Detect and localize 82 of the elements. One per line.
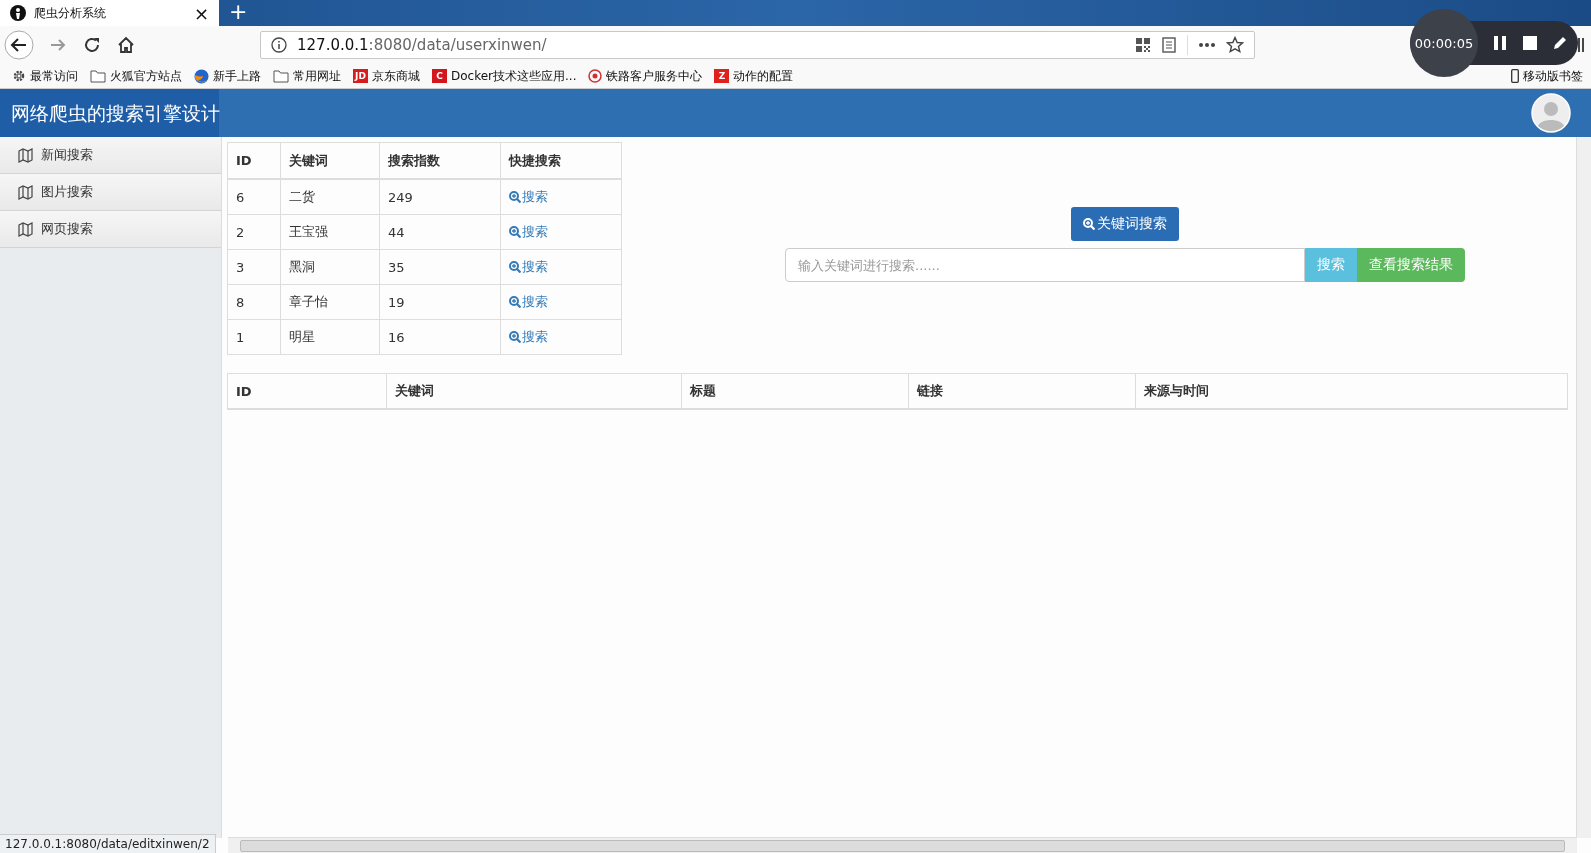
table-cell: 二货 (280, 179, 380, 215)
search-link[interactable]: 搜索 (509, 258, 548, 276)
tab-close-button[interactable]: × (193, 2, 209, 24)
address-bar[interactable]: 127.0.0.1:8080/data/userxinwen/ (260, 31, 1255, 59)
sidebar-item[interactable]: 新闻搜索 (0, 137, 221, 174)
library-icon[interactable] (1577, 36, 1585, 54)
table-cell: 2 (227, 214, 281, 250)
folder-icon (90, 69, 106, 83)
bookmark-link[interactable]: 移动版书签 (1511, 67, 1583, 85)
bookmark-link[interactable]: Z 动作的配置 (714, 67, 794, 85)
column-header: ID (227, 142, 281, 179)
gear-icon (12, 69, 26, 83)
logo-badge: JD (353, 69, 368, 83)
zoom-in-icon (509, 191, 521, 203)
home-icon[interactable] (116, 35, 136, 55)
target-icon (588, 69, 603, 83)
table-cell: 35 (379, 249, 501, 285)
search-link[interactable]: 搜索 (509, 223, 548, 241)
column-header: 关键词 (280, 142, 380, 179)
back-icon[interactable] (4, 30, 34, 60)
info-icon (271, 37, 287, 53)
logo-badge: C (432, 69, 447, 83)
table-cell: 6 (227, 179, 281, 215)
bookmark-link[interactable]: 火狐官方站点 (90, 67, 182, 85)
column-header: 标题 (681, 373, 909, 409)
search-link[interactable]: 搜索 (509, 188, 548, 206)
search-link[interactable]: 搜索 (509, 293, 548, 311)
bookmark-link[interactable]: 最常访问 (12, 67, 78, 85)
table-cell: 249 (379, 179, 501, 215)
table-cell: 16 (379, 319, 501, 355)
bookmark-link[interactable]: 新手上路 (194, 67, 261, 85)
table-cell: 黑洞 (280, 249, 380, 285)
map-icon (18, 221, 33, 237)
table-cell: 章子怡 (280, 284, 380, 320)
reload-icon[interactable] (82, 35, 102, 55)
app-title: 网络爬虫的搜索引擎设计 (0, 89, 219, 137)
table-cell: 8 (227, 284, 281, 320)
bookmark-link[interactable]: 常用网址 (273, 67, 341, 85)
table-cell: 3 (227, 249, 281, 285)
map-icon (18, 147, 33, 163)
sidebar-item[interactable]: 网页搜索 (0, 211, 221, 248)
more-icon[interactable] (1198, 42, 1216, 48)
column-header: 快捷搜索 (500, 142, 622, 179)
table-cell: 明星 (280, 319, 380, 355)
reader-view-icon[interactable] (1161, 37, 1177, 53)
logo-badge: Z (714, 69, 730, 83)
new-tab-button[interactable]: + (219, 0, 258, 26)
table-cell: 44 (379, 214, 501, 250)
pencil-icon[interactable] (1552, 35, 1568, 51)
column-header: 来源与时间 (1135, 373, 1568, 409)
globe-icon (194, 68, 209, 84)
zoom-in-icon (509, 226, 521, 238)
column-header: 搜索指数 (379, 142, 501, 179)
stop-icon[interactable] (1522, 35, 1538, 51)
folder-icon (273, 69, 289, 83)
phone-icon (1511, 69, 1519, 83)
column-header: ID (227, 373, 387, 409)
zoom-in-icon (509, 331, 521, 343)
tab-title: 爬虫分析系统 (34, 4, 107, 22)
column-header: 链接 (908, 373, 1136, 409)
column-header: 关键词 (386, 373, 682, 409)
bookmark-link[interactable]: JD 京东商城 (353, 67, 420, 85)
zoom-in-icon (509, 296, 521, 308)
sidebar-item[interactable]: 图片搜索 (0, 174, 221, 211)
zoom-in-icon (509, 261, 521, 273)
map-icon (18, 184, 33, 200)
qr-code-icon[interactable] (1135, 37, 1151, 53)
status-url: 127.0.0.1:8080/data/editxinwen/2 (0, 834, 216, 853)
bookmark-link[interactable]: C Docker技术这些应用... (432, 67, 577, 85)
url-text: 127.0.0.1:8080/data/userxinwen/ (297, 36, 547, 54)
bookmark-link[interactable]: 铁路客户服务中心 (588, 67, 703, 85)
table-cell: 19 (379, 284, 501, 320)
browser-tab[interactable]: 爬虫分析系统 × (0, 0, 219, 26)
keyword-search-button[interactable]: 关键词搜索 (1071, 207, 1179, 241)
zoom-in-icon (1083, 218, 1095, 230)
search-link[interactable]: 搜索 (509, 328, 548, 346)
avatar-icon[interactable] (1531, 93, 1571, 133)
table-cell: 王宝强 (280, 214, 380, 250)
table-cell: 1 (227, 319, 281, 355)
pause-icon[interactable] (1492, 35, 1508, 51)
search-field[interactable]: 输入关键词进行搜索...... (785, 248, 1305, 282)
star-icon[interactable] (1226, 36, 1244, 54)
